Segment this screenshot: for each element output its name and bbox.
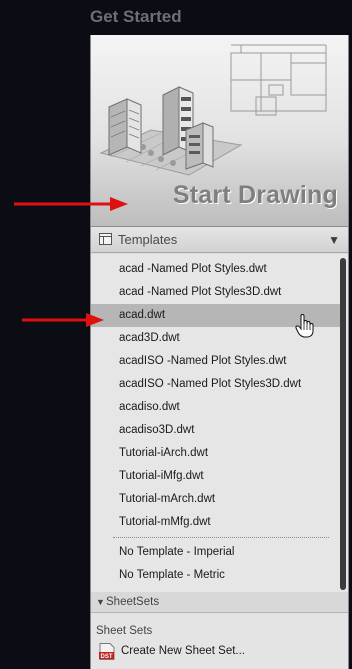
svg-text:DST: DST bbox=[101, 654, 113, 660]
get-started-panel: Start Drawing Templates ▼ acad -Named Pl… bbox=[90, 35, 349, 669]
templates-scrollbar-thumb[interactable] bbox=[340, 258, 346, 590]
get-started-heading: Get Started bbox=[90, 7, 182, 26]
template-item[interactable]: Tutorial-iMfg.dwt bbox=[91, 465, 341, 488]
templates-header[interactable]: Templates ▼ bbox=[91, 227, 348, 253]
templates-icon bbox=[99, 233, 112, 245]
templates-collapse-icon[interactable]: ▼ bbox=[328, 227, 340, 253]
template-item[interactable]: acadISO -Named Plot Styles.dwt bbox=[91, 350, 341, 373]
sheet-set-file-icon: DST bbox=[99, 643, 115, 660]
hand-cursor-icon bbox=[295, 314, 314, 338]
sheetsets-header-label: SheetSets bbox=[106, 596, 160, 608]
sheetsets-header[interactable]: ▼ SheetSets bbox=[91, 592, 348, 613]
acad-template-pointer-arrow bbox=[22, 313, 104, 327]
sheet-sets-title: Sheet Sets bbox=[96, 625, 153, 637]
create-new-sheet-set-label: Create New Sheet Set... bbox=[121, 645, 246, 657]
sheetsets-collapse-icon[interactable]: ▼ bbox=[96, 592, 105, 612]
start-drawing-label: Start Drawing bbox=[172, 181, 338, 209]
template-item[interactable]: acadiso3D.dwt bbox=[91, 419, 341, 442]
template-item[interactable]: acadISO -Named Plot Styles3D.dwt bbox=[91, 373, 341, 396]
start-drawing-pointer-arrow bbox=[14, 197, 128, 211]
template-item[interactable]: acad -Named Plot Styles.dwt bbox=[91, 258, 341, 281]
template-item[interactable]: acad -Named Plot Styles3D.dwt bbox=[91, 281, 341, 304]
no-template-imperial-item[interactable]: No Template - Imperial bbox=[91, 541, 341, 564]
no-template-metric-item[interactable]: No Template - Metric bbox=[91, 564, 341, 587]
sheet-sets-section: Sheet Sets DST Create New Sheet Set... bbox=[91, 613, 348, 669]
create-new-sheet-set-button[interactable]: DST Create New Sheet Set... bbox=[98, 641, 338, 661]
template-item[interactable]: acadiso.dwt bbox=[91, 396, 341, 419]
template-item[interactable]: Tutorial-iArch.dwt bbox=[91, 442, 341, 465]
templates-header-label: Templates bbox=[118, 232, 178, 247]
templates-list: acad -Named Plot Styles.dwt acad -Named … bbox=[91, 254, 348, 592]
templates-divider bbox=[113, 537, 329, 538]
template-item[interactable]: Tutorial-mArch.dwt bbox=[91, 488, 341, 511]
template-item[interactable]: Tutorial-mMfg.dwt bbox=[91, 511, 341, 534]
